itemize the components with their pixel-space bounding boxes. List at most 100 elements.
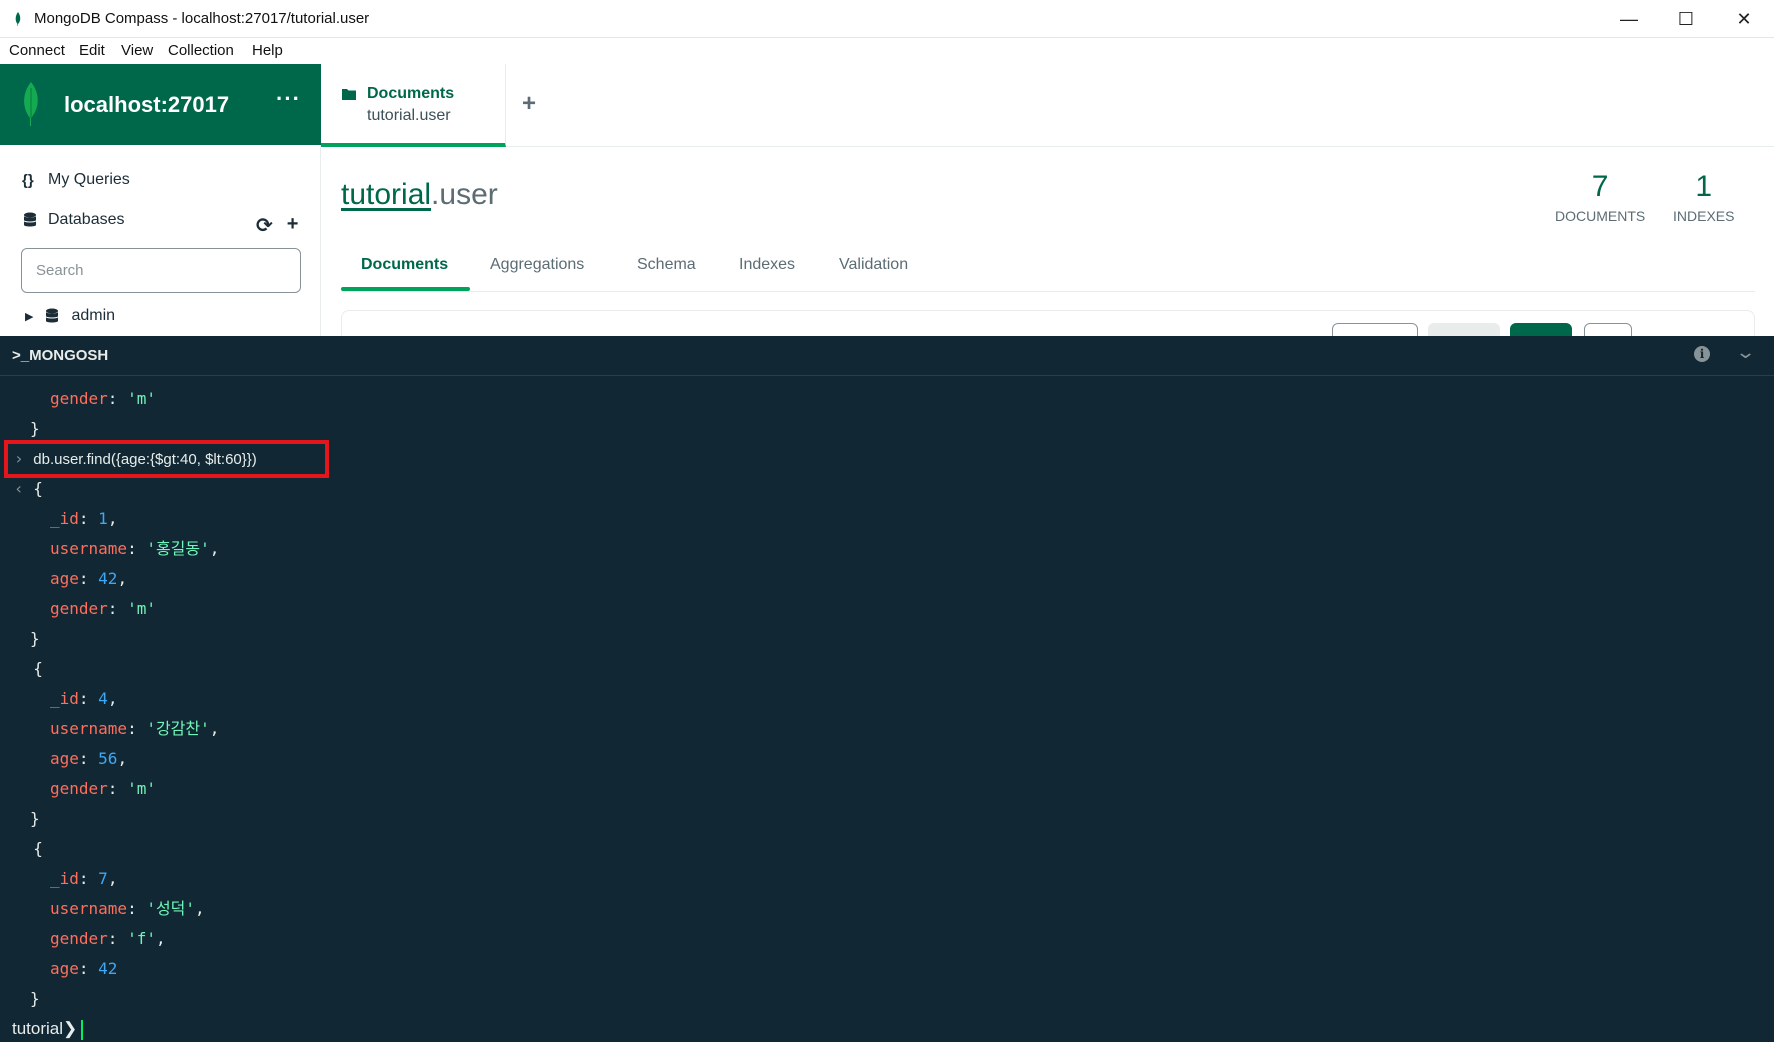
collection-title: tutorial.user — [341, 178, 498, 212]
field-key: age — [50, 959, 79, 978]
field-key: username — [50, 719, 128, 738]
field-value: 'f' — [127, 929, 156, 948]
text-cursor[interactable] — [81, 1019, 84, 1040]
punctuation: , — [107, 689, 118, 708]
field-key: gender — [50, 599, 108, 618]
menu-edit[interactable]: Edit — [79, 42, 105, 59]
indexes-stat: 1 INDEXES — [1673, 170, 1734, 224]
shell-line: tutorial❯ — [12, 1014, 84, 1042]
field-value: '성덕' — [146, 899, 196, 918]
subtab-documents[interactable]: Documents — [361, 256, 448, 274]
shell-line: _id: 4, — [50, 684, 117, 714]
maximize-button[interactable]: ☐ — [1657, 0, 1715, 38]
database-actions: ⟳ + — [256, 213, 298, 238]
tab-documents[interactable]: Documents tutorial.user — [321, 64, 506, 147]
shell-label: >_MONGOSH — [12, 347, 109, 364]
punctuation: : — [107, 779, 128, 798]
subtab-indexes[interactable]: Indexes — [739, 256, 795, 274]
brace: } — [30, 989, 40, 1008]
punctuation: , — [107, 509, 118, 528]
shell-prompt: tutorial — [12, 1019, 64, 1038]
brace: } — [30, 629, 40, 648]
close-button[interactable]: ✕ — [1715, 0, 1773, 38]
menu-collection[interactable]: Collection — [168, 42, 234, 59]
command-highlight-box — [4, 440, 329, 478]
mongodb-leaf-icon — [24, 82, 38, 126]
sidebar-item-my-queries[interactable]: {} My Queries — [22, 171, 130, 189]
brace: { — [33, 659, 43, 678]
shell-line: _id: 1, — [50, 504, 117, 534]
shell-line: } — [30, 984, 40, 1014]
field-key: _id — [50, 509, 79, 528]
tab-subtitle: tutorial.user — [367, 107, 451, 124]
punctuation: : — [107, 389, 128, 408]
compass-window: MongoDB Compass - localhost:27017/tutori… — [0, 0, 1774, 1042]
menu-view[interactable]: View — [121, 42, 153, 59]
database-icon — [45, 308, 59, 323]
menu-help[interactable]: Help — [252, 42, 283, 59]
brace: { — [33, 839, 43, 858]
field-value: 56 — [98, 749, 118, 768]
punctuation: : — [127, 899, 147, 918]
braces-icon: {} — [22, 171, 34, 189]
search-input[interactable] — [21, 248, 301, 293]
database-item-admin[interactable]: ▶ admin — [25, 307, 115, 325]
subtab-validation[interactable]: Validation — [839, 256, 908, 274]
punctuation: : — [78, 569, 99, 588]
shell-line: gender: 'm' — [50, 384, 156, 414]
shell-line: } — [30, 804, 40, 834]
field-key: _id — [50, 869, 79, 888]
field-value: 'm' — [127, 599, 156, 618]
field-value: '강감찬' — [146, 719, 210, 738]
field-value: 42 — [98, 959, 118, 978]
subtab-aggregations[interactable]: Aggregations — [490, 256, 584, 274]
field-key: _id — [50, 689, 79, 708]
shell-line: gender: 'f', — [50, 924, 166, 954]
indexes-label: INDEXES — [1673, 208, 1735, 224]
punctuation: , — [209, 719, 220, 738]
field-value: 'm' — [127, 779, 156, 798]
caret-right-icon[interactable]: ▶ — [25, 310, 33, 323]
field-value: '홍길동' — [146, 539, 210, 558]
field-key: gender — [50, 389, 108, 408]
add-database-icon[interactable]: + — [287, 213, 299, 238]
shell-line: ‹ { — [14, 474, 43, 504]
folder-icon — [342, 89, 356, 100]
punctuation: : — [107, 599, 128, 618]
database-icon — [23, 212, 37, 227]
subtab-schema[interactable]: Schema — [637, 256, 696, 274]
info-icon[interactable]: i — [1694, 346, 1710, 362]
menu-connect[interactable]: Connect — [9, 42, 65, 59]
chevron-down-icon[interactable]: ⌄ — [1735, 342, 1756, 363]
field-key: gender — [50, 929, 108, 948]
shell-line: username: '강감찬', — [50, 714, 219, 744]
mongodb-leaf-icon — [15, 12, 21, 26]
database-link[interactable]: tutorial — [341, 178, 431, 211]
brace: } — [30, 419, 40, 438]
more-options-icon[interactable]: ··· — [276, 86, 301, 112]
brace: { — [33, 479, 43, 498]
punctuation: : — [78, 689, 99, 708]
shell-line: age: 42, — [50, 564, 127, 594]
refresh-icon[interactable]: ⟳ — [256, 213, 273, 238]
maximize-icon: ☐ — [1677, 8, 1695, 29]
shell-line: username: '홍길동', — [50, 534, 219, 564]
tab-title: Documents — [367, 85, 455, 102]
mongosh-shell: >_MONGOSH i ⌄ gender: 'm'} › db.user.find… — [0, 336, 1774, 1042]
sidebar-item-databases[interactable]: Databases — [22, 211, 125, 229]
brace: } — [30, 809, 40, 828]
minimize-button[interactable]: — — [1600, 0, 1658, 38]
connection-host: localhost:27017 — [64, 92, 230, 117]
documents-label: DOCUMENTS — [1555, 208, 1646, 224]
punctuation: : — [78, 959, 99, 978]
shell-line: gender: 'm' — [50, 774, 156, 804]
shell-line: { — [14, 834, 43, 864]
punctuation: , — [209, 539, 220, 558]
punctuation: , — [117, 569, 128, 588]
add-tab-icon[interactable]: + — [522, 90, 536, 118]
shell-line: } — [30, 624, 40, 654]
shell-line: username: '성덕', — [50, 894, 205, 924]
shell-line: { — [14, 654, 43, 684]
database-name: admin — [71, 307, 116, 324]
